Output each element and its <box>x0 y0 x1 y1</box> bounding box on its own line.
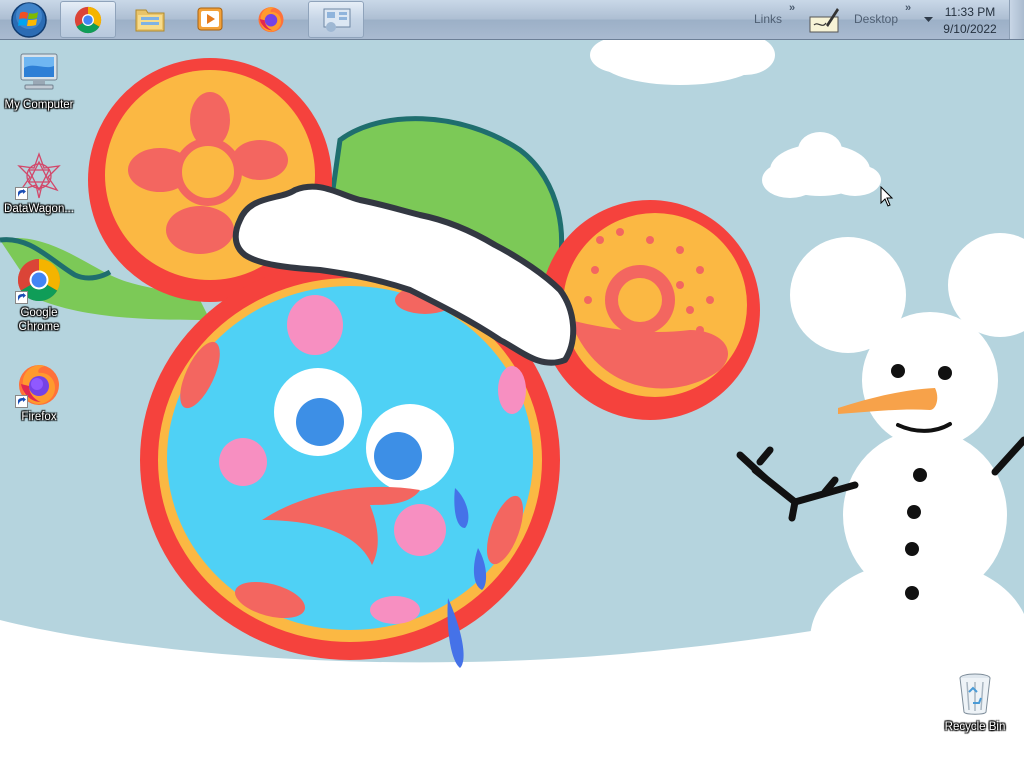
desktop-icon-google-chrome[interactable]: Google Chrome <box>1 256 77 334</box>
desktop[interactable]: My Computer DataWagon... Google Chrome F… <box>0 0 1024 768</box>
taskbar: Links » Desktop » 11:33 PM 9/10/2022 <box>0 0 1024 40</box>
clock-date: 9/10/2022 <box>943 22 997 36</box>
shortcut-arrow-icon <box>15 291 28 304</box>
folder-icon <box>135 9 165 32</box>
desktop-toolbar-label[interactable]: Desktop <box>854 12 898 26</box>
desktop-icon-recycle-bin[interactable]: Recycle Bin <box>937 670 1013 734</box>
desktop-icon-firefox[interactable]: Firefox <box>1 360 77 424</box>
desktop-icon-datawagon[interactable]: DataWagon... <box>1 152 77 216</box>
recycle-bin-icon <box>951 670 999 718</box>
chrome-icon <box>15 256 63 304</box>
wallpaper <box>0 0 1024 768</box>
computer-icon <box>15 48 63 96</box>
chrome-icon <box>74 6 102 34</box>
shortcut-arrow-icon <box>15 395 28 408</box>
shortcut-arrow-icon <box>15 187 28 200</box>
links-toolbar-label[interactable]: Links <box>754 12 782 26</box>
links-chevron-icon[interactable]: » <box>789 2 795 14</box>
desktop-icon-my-computer[interactable]: My Computer <box>1 48 77 112</box>
desktop-icon-label: My Computer <box>4 99 74 111</box>
desktop-chevron-icon[interactable]: » <box>905 2 911 14</box>
desktop-icon-label: Recycle Bin <box>944 721 1006 733</box>
clock-time: 11:33 PM <box>944 5 996 19</box>
chrome-taskbar-button[interactable] <box>60 1 116 38</box>
desktop-icon-label: Firefox <box>21 411 57 423</box>
firefox-icon <box>258 7 284 33</box>
explorer-taskbar-button[interactable] <box>122 1 178 38</box>
datawagon-icon <box>15 152 63 200</box>
windows-start-orb-icon <box>11 2 47 38</box>
media-player-taskbar-button[interactable] <box>183 1 239 38</box>
chevron-down-icon[interactable] <box>924 17 933 23</box>
desktop-icon-label: Google Chrome <box>18 307 60 333</box>
network-icon <box>323 8 351 32</box>
start-button[interactable] <box>4 1 48 39</box>
firefox-icon <box>15 360 63 408</box>
desktop-icon-label: DataWagon... <box>4 203 74 215</box>
pen-tablet-icon[interactable] <box>808 5 840 35</box>
network-taskbar-button[interactable] <box>308 1 364 38</box>
firefox-taskbar-button[interactable] <box>244 1 300 38</box>
media-player-icon <box>197 7 223 31</box>
show-desktop-button[interactable] <box>1009 0 1024 39</box>
mouse-cursor-icon <box>880 186 894 207</box>
system-clock[interactable]: 11:33 PM 9/10/2022 <box>940 5 1000 36</box>
